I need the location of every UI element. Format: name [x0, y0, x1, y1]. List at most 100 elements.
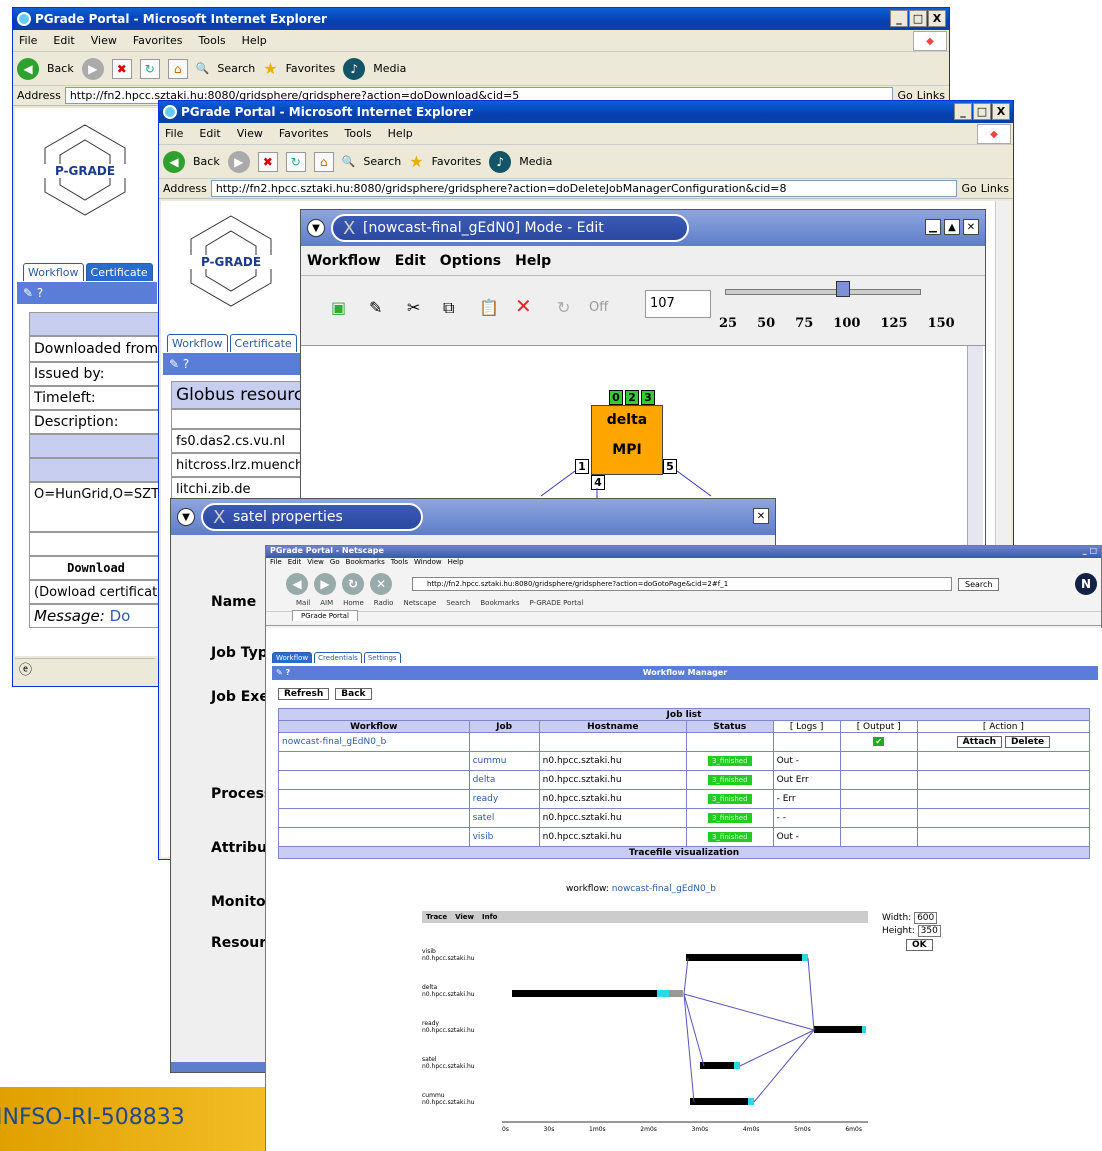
workflow-link[interactable]: nowcast-final_gEdN0_b [278, 732, 470, 752]
media-icon[interactable]: ♪ [489, 150, 512, 173]
width-input[interactable]: 600 [914, 912, 938, 924]
tab-workflow[interactable]: Workflow [23, 263, 84, 281]
menu-favorites[interactable]: Favorites [133, 34, 183, 47]
logs-cell[interactable]: - Err [772, 789, 841, 809]
tab-settings[interactable]: Settings [363, 652, 401, 663]
browser-tab[interactable]: PGrade Portal [292, 610, 358, 621]
menu-tools[interactable]: Tools [345, 127, 372, 140]
maximize-button[interactable]: □ [909, 10, 927, 27]
tab-certificate[interactable]: Certificate [229, 334, 297, 352]
menu-file[interactable]: File [165, 127, 183, 140]
job-link[interactable]: delta [468, 770, 540, 790]
delete-icon[interactable]: ✕ [515, 294, 532, 318]
search-icon[interactable]: 🔍 [342, 155, 356, 168]
bookmark-item[interactable]: Bookmarks [480, 599, 519, 611]
panel-icons[interactable]: ✎ ? [169, 357, 189, 371]
tab-workflow[interactable]: Workflow [272, 652, 313, 663]
back-arrow-icon[interactable]: ◀ [17, 57, 39, 80]
menu-options[interactable]: Options [440, 253, 501, 269]
properties-title-bar[interactable]: ▼ Xsatel properties ✕ [171, 499, 775, 535]
menu-trace[interactable]: Trace [426, 913, 447, 921]
logs-cell[interactable]: Out - [772, 751, 841, 771]
favorites-star-icon[interactable]: ★ [409, 152, 423, 171]
menu-help[interactable]: Help [242, 34, 267, 47]
menu-edit[interactable]: Edit [395, 253, 426, 269]
maximize-button[interactable]: □ [973, 103, 991, 120]
close-button[interactable]: ✕ [753, 508, 769, 524]
job-link[interactable]: visib [468, 827, 540, 847]
logs-cell[interactable]: Out Err [772, 770, 841, 790]
window-menu-icon[interactable]: ▼ [307, 219, 325, 237]
refresh-icon[interactable]: ↻ [557, 298, 570, 317]
output-check-icon[interactable]: ✔ [873, 737, 885, 746]
title-bar[interactable]: PGrade Portal - Microsoft Internet Explo… [13, 8, 949, 30]
tab-workflow[interactable]: Workflow [167, 334, 228, 352]
back-button[interactable]: Back [193, 155, 220, 168]
panel-icons[interactable]: ✎ ? [23, 286, 43, 300]
search-button[interactable]: Search [363, 155, 401, 168]
menu-help[interactable]: Help [388, 127, 413, 140]
menu-view[interactable]: View [237, 127, 263, 140]
port-icon[interactable]: ✎ [369, 298, 382, 317]
cut-icon[interactable]: ✂ [407, 298, 420, 317]
back-arrow-icon[interactable]: ◀ [286, 573, 308, 595]
window-menu-icon[interactable]: ▼ [177, 508, 195, 526]
stop-icon[interactable]: ✖ [111, 58, 132, 79]
bookmark-item[interactable]: Radio [374, 599, 394, 611]
menu-help[interactable]: Help [515, 253, 551, 269]
editor-title-bar[interactable]: ▼ X [nowcast-final_gEdN0] Mode - Edit ▁ ▲ ✕ [301, 210, 985, 246]
attach-button[interactable]: Attach [956, 736, 1003, 748]
minimize-button[interactable]: _ [954, 103, 972, 120]
minimize-button[interactable]: _ [890, 10, 908, 27]
menu-edit[interactable]: Edit [53, 34, 74, 47]
stop-icon[interactable]: ✖ [257, 151, 278, 172]
resource-item[interactable]: hitcross.lrz.muenchen.de [171, 453, 305, 477]
menu-edit[interactable]: Edit [199, 127, 220, 140]
stop-icon[interactable]: ✕ [370, 573, 392, 595]
netscape-title-bar[interactable]: PGrade Portal - Netscape _ □ [266, 546, 1101, 558]
menu-item[interactable]: Bookmarks [346, 558, 385, 569]
favorites-button[interactable]: Favorites [432, 155, 482, 168]
refresh-icon[interactable]: ↻ [285, 151, 306, 172]
menu-favorites[interactable]: Favorites [279, 127, 329, 140]
ok-button[interactable]: OK [906, 939, 933, 951]
url-input[interactable]: http://fn2.hpcc.sztaki.hu:8080/gridspher… [412, 577, 952, 591]
close-button[interactable]: X [992, 103, 1010, 120]
tab-certificate[interactable]: Certificate [85, 263, 153, 281]
menu-item[interactable]: Window [414, 558, 442, 569]
search-icon[interactable]: 🔍 [196, 62, 210, 75]
menu-workflow[interactable]: Workflow [307, 253, 381, 269]
menu-item[interactable]: Edit [288, 558, 302, 569]
forward-arrow-icon[interactable]: ▶ [227, 150, 250, 173]
menu-item[interactable]: Go [330, 558, 340, 569]
menu-view[interactable]: View [91, 34, 117, 47]
go-button[interactable]: Go [961, 182, 976, 195]
reload-icon[interactable]: ↻ [342, 573, 364, 595]
maximize-button[interactable]: ▲ [944, 219, 960, 235]
workflow-name-link[interactable]: nowcast-final_gEdN0_b [612, 884, 716, 894]
favorites-star-icon[interactable]: ★ [263, 59, 277, 78]
home-icon[interactable]: ⌂ [167, 58, 188, 79]
zoom-slider-track[interactable] [725, 289, 921, 295]
bookmark-item[interactable]: Search [446, 599, 470, 611]
height-input[interactable]: 350 [917, 925, 941, 937]
menu-view[interactable]: View [455, 913, 474, 921]
menu-item[interactable]: Tools [391, 558, 408, 569]
back-button[interactable]: Back [47, 62, 74, 75]
bookmark-item[interactable]: P-GRADE Portal [529, 599, 583, 611]
menu-tools[interactable]: Tools [199, 34, 226, 47]
refresh-button[interactable]: Refresh [278, 688, 330, 700]
media-button[interactable]: Media [373, 62, 406, 75]
paste-icon[interactable]: 📋 [479, 298, 499, 317]
zoom-input[interactable]: 107 [645, 290, 711, 318]
resource-item[interactable]: fs0.das2.cs.vu.nl [171, 429, 305, 453]
tab-credentials[interactable]: Credentials [314, 652, 362, 663]
menu-info[interactable]: Info [482, 913, 497, 921]
media-icon[interactable]: ♪ [343, 57, 366, 80]
download-button[interactable]: Download [29, 556, 159, 580]
address-input[interactable]: http://fn2.hpcc.sztaki.hu:8080/gridspher… [210, 180, 958, 197]
menu-item[interactable]: View [307, 558, 324, 569]
close-button[interactable]: X [928, 10, 946, 27]
search-button[interactable]: Search [958, 577, 1000, 591]
back-arrow-icon[interactable]: ◀ [163, 150, 185, 173]
